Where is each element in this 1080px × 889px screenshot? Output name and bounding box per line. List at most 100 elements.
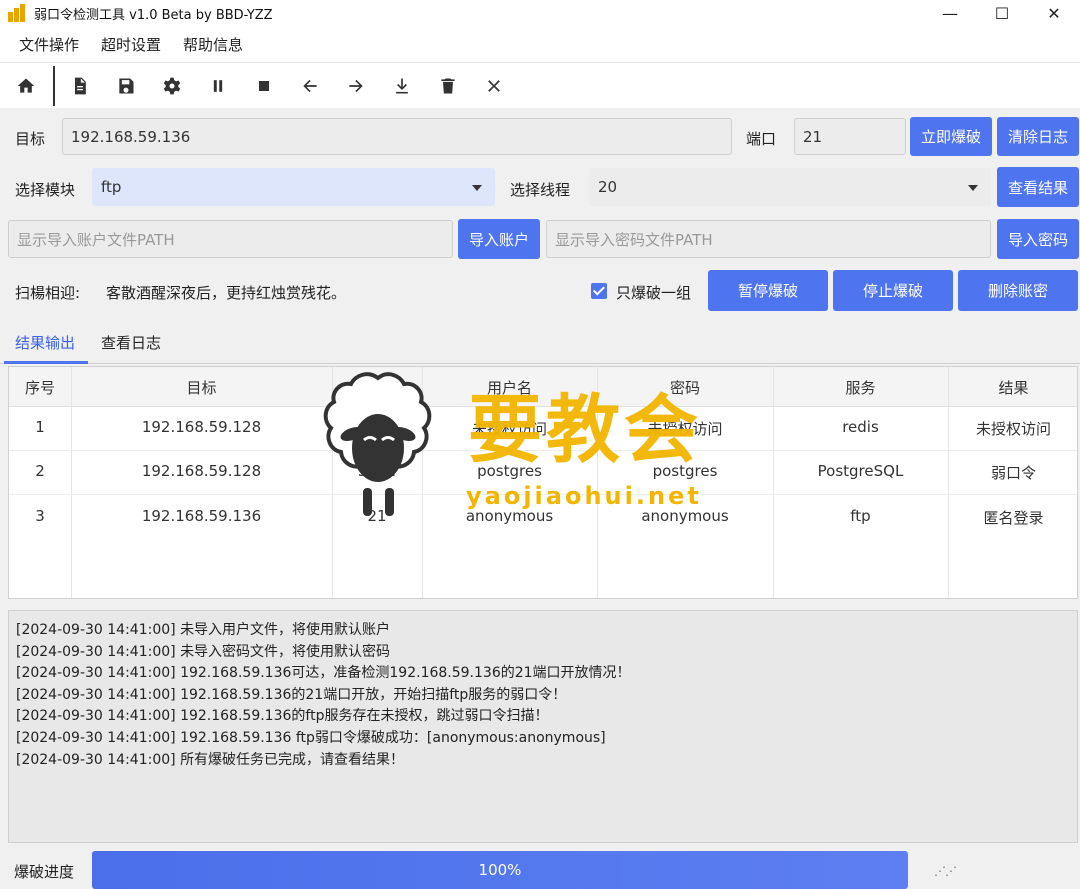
title-bar: 弱口令检测工具 v1.0 Beta by BBD-YZZ — ☐ ✕ <box>0 0 1080 26</box>
cell-service: PostgreSQL <box>817 462 904 480</box>
stop-icon[interactable] <box>241 66 287 106</box>
home-icon[interactable] <box>3 66 49 106</box>
progress-bar: 100% <box>92 851 908 889</box>
cell-target: 192.168.59.128 <box>141 462 262 480</box>
password-file-path-input[interactable]: 显示导入密码文件PATH <box>546 220 991 258</box>
header-password: 密码 <box>669 379 700 397</box>
maximize-button[interactable]: ☐ <box>976 0 1028 26</box>
cell-index: 1 <box>35 418 45 436</box>
cell-username: postgres <box>477 462 542 480</box>
progress-label: 爆破进度 <box>14 863 75 881</box>
cell-password: postgres <box>652 462 718 480</box>
cell-result: 匿名登录 <box>983 509 1044 527</box>
import-row: 显示导入账户文件PATH 导入账户 显示导入密码文件PATH 导入密码 <box>0 214 1080 266</box>
view-results-button[interactable]: 查看结果 <box>997 167 1079 207</box>
clear-log-button[interactable]: 清除日志 <box>997 117 1079 156</box>
only-one-checkbox[interactable] <box>591 283 607 299</box>
module-select-value: ftp <box>101 178 122 196</box>
chevron-down-icon <box>968 185 978 191</box>
cell-port: 21 <box>367 507 387 525</box>
minimize-button[interactable]: — <box>924 0 976 26</box>
cell-port: 6379 <box>357 418 397 436</box>
only-one-label[interactable]: 只爆破一组 <box>616 282 691 303</box>
gear-icon[interactable] <box>149 66 195 106</box>
menu-bar: 文件操作 超时设置 帮助信息 <box>0 26 1080 62</box>
log-line: [2024-09-30 14:41:00] 192.168.59.136的21端… <box>16 686 567 703</box>
resize-grip-icon[interactable]: ⋰⋰ <box>934 864 957 878</box>
cell-username: anonymous <box>465 507 554 525</box>
toolbar <box>0 62 1080 108</box>
import-users-button[interactable]: 导入账户 <box>458 219 540 259</box>
column-divider <box>332 367 333 598</box>
save-icon[interactable] <box>103 66 149 106</box>
cell-service: redis <box>842 418 879 436</box>
close-window-button[interactable]: ✕ <box>1028 0 1080 26</box>
scan-label: 扫楊相迎: <box>15 284 81 302</box>
menu-file[interactable]: 文件操作 <box>8 34 90 55</box>
column-divider <box>597 367 598 598</box>
menu-help[interactable]: 帮助信息 <box>172 34 254 55</box>
header-port: 端口 <box>361 379 392 397</box>
tabs-divider <box>0 363 1080 364</box>
cell-port: 5432 <box>357 462 397 480</box>
module-label: 选择模块 <box>15 181 76 199</box>
delete-credentials-button[interactable]: 删除账密 <box>958 270 1078 311</box>
log-line: [2024-09-30 14:41:00] 192.168.59.136 ftp… <box>16 729 606 746</box>
tab-results-output[interactable]: 结果输出 <box>15 332 75 353</box>
file-icon[interactable] <box>57 66 103 106</box>
cell-service: ftp <box>850 507 871 525</box>
download-icon[interactable] <box>379 66 425 106</box>
column-divider <box>773 367 774 598</box>
log-line: [2024-09-30 14:41:00] 192.168.59.136可达，准… <box>16 665 631 682</box>
log-line: [2024-09-30 14:41:00] 未导入用户文件，将使用默认账户 <box>16 622 391 638</box>
start-attack-button[interactable]: 立即爆破 <box>910 117 992 156</box>
progress-text: 100% <box>478 861 522 879</box>
stop-attack-button[interactable]: 停止爆破 <box>833 270 953 311</box>
header-target: 目标 <box>186 379 217 397</box>
arrow-right-icon[interactable] <box>333 66 379 106</box>
thread-select[interactable]: 20 <box>589 168 991 206</box>
port-input[interactable]: 21 <box>794 118 906 155</box>
log-line: [2024-09-30 14:41:00] 未导入密码文件，将使用默认密码 <box>16 643 391 660</box>
cell-target: 192.168.59.136 <box>141 507 262 525</box>
row-divider <box>9 494 1077 495</box>
header-username: 用户名 <box>486 379 532 397</box>
cell-index: 2 <box>35 462 45 480</box>
pause-attack-button[interactable]: 暂停爆破 <box>708 270 828 311</box>
window-title: 弱口令检测工具 v1.0 Beta by BBD-YZZ <box>34 7 273 23</box>
column-divider <box>71 367 72 598</box>
cell-result: 弱口令 <box>990 464 1036 482</box>
column-divider <box>948 367 949 598</box>
module-row: 选择模块 ftp 选择线程 20 查看结果 <box>0 162 1080 214</box>
app-logo-icon <box>8 4 30 22</box>
results-table: 序号 目标 端口 用户名 密码 服务 结果 1 192.168.59.128 6… <box>8 366 1078 599</box>
log-output[interactable]: [2024-09-30 14:41:00] 未导入用户文件，将使用默认账户 [2… <box>8 610 1078 843</box>
cell-index: 3 <box>35 507 45 525</box>
import-passwords-button[interactable]: 导入密码 <box>997 219 1079 259</box>
header-result: 结果 <box>998 379 1029 397</box>
close-icon[interactable] <box>471 66 517 106</box>
header-index: 序号 <box>24 379 55 397</box>
header-service: 服务 <box>845 379 876 397</box>
trash-icon[interactable] <box>425 66 471 106</box>
target-row: 目标 192.168.59.136 端口 21 立即爆破 清除日志 <box>0 110 1080 162</box>
arrow-left-icon[interactable] <box>287 66 333 106</box>
thread-select-value: 20 <box>598 178 618 196</box>
cell-target: 192.168.59.128 <box>141 418 262 436</box>
tab-view-log[interactable]: 查看日志 <box>101 332 161 353</box>
log-line: [2024-09-30 14:41:00] 192.168.59.136的ftp… <box>16 708 549 725</box>
target-input[interactable]: 192.168.59.136 <box>62 118 732 155</box>
cell-result: 未授权访问 <box>975 420 1051 438</box>
module-select[interactable]: ftp <box>92 168 495 206</box>
result-tabs: 结果输出 查看日志 <box>0 320 1080 364</box>
thread-label: 选择线程 <box>510 181 571 199</box>
scan-row: 扫楊相迎: 客散酒醒深夜后，更持红烛赏残花。 只爆破一组 暂停爆破 停止爆破 删… <box>0 266 1080 318</box>
user-file-path-input[interactable]: 显示导入账户文件PATH <box>8 220 453 258</box>
cell-username: 未授权访问 <box>471 420 547 438</box>
column-divider <box>422 367 423 598</box>
port-label: 端口 <box>746 130 777 148</box>
target-label: 目标 <box>15 130 46 148</box>
menu-timeout[interactable]: 超时设置 <box>90 34 172 55</box>
pause-icon[interactable] <box>195 66 241 106</box>
cell-password: anonymous <box>641 507 729 525</box>
